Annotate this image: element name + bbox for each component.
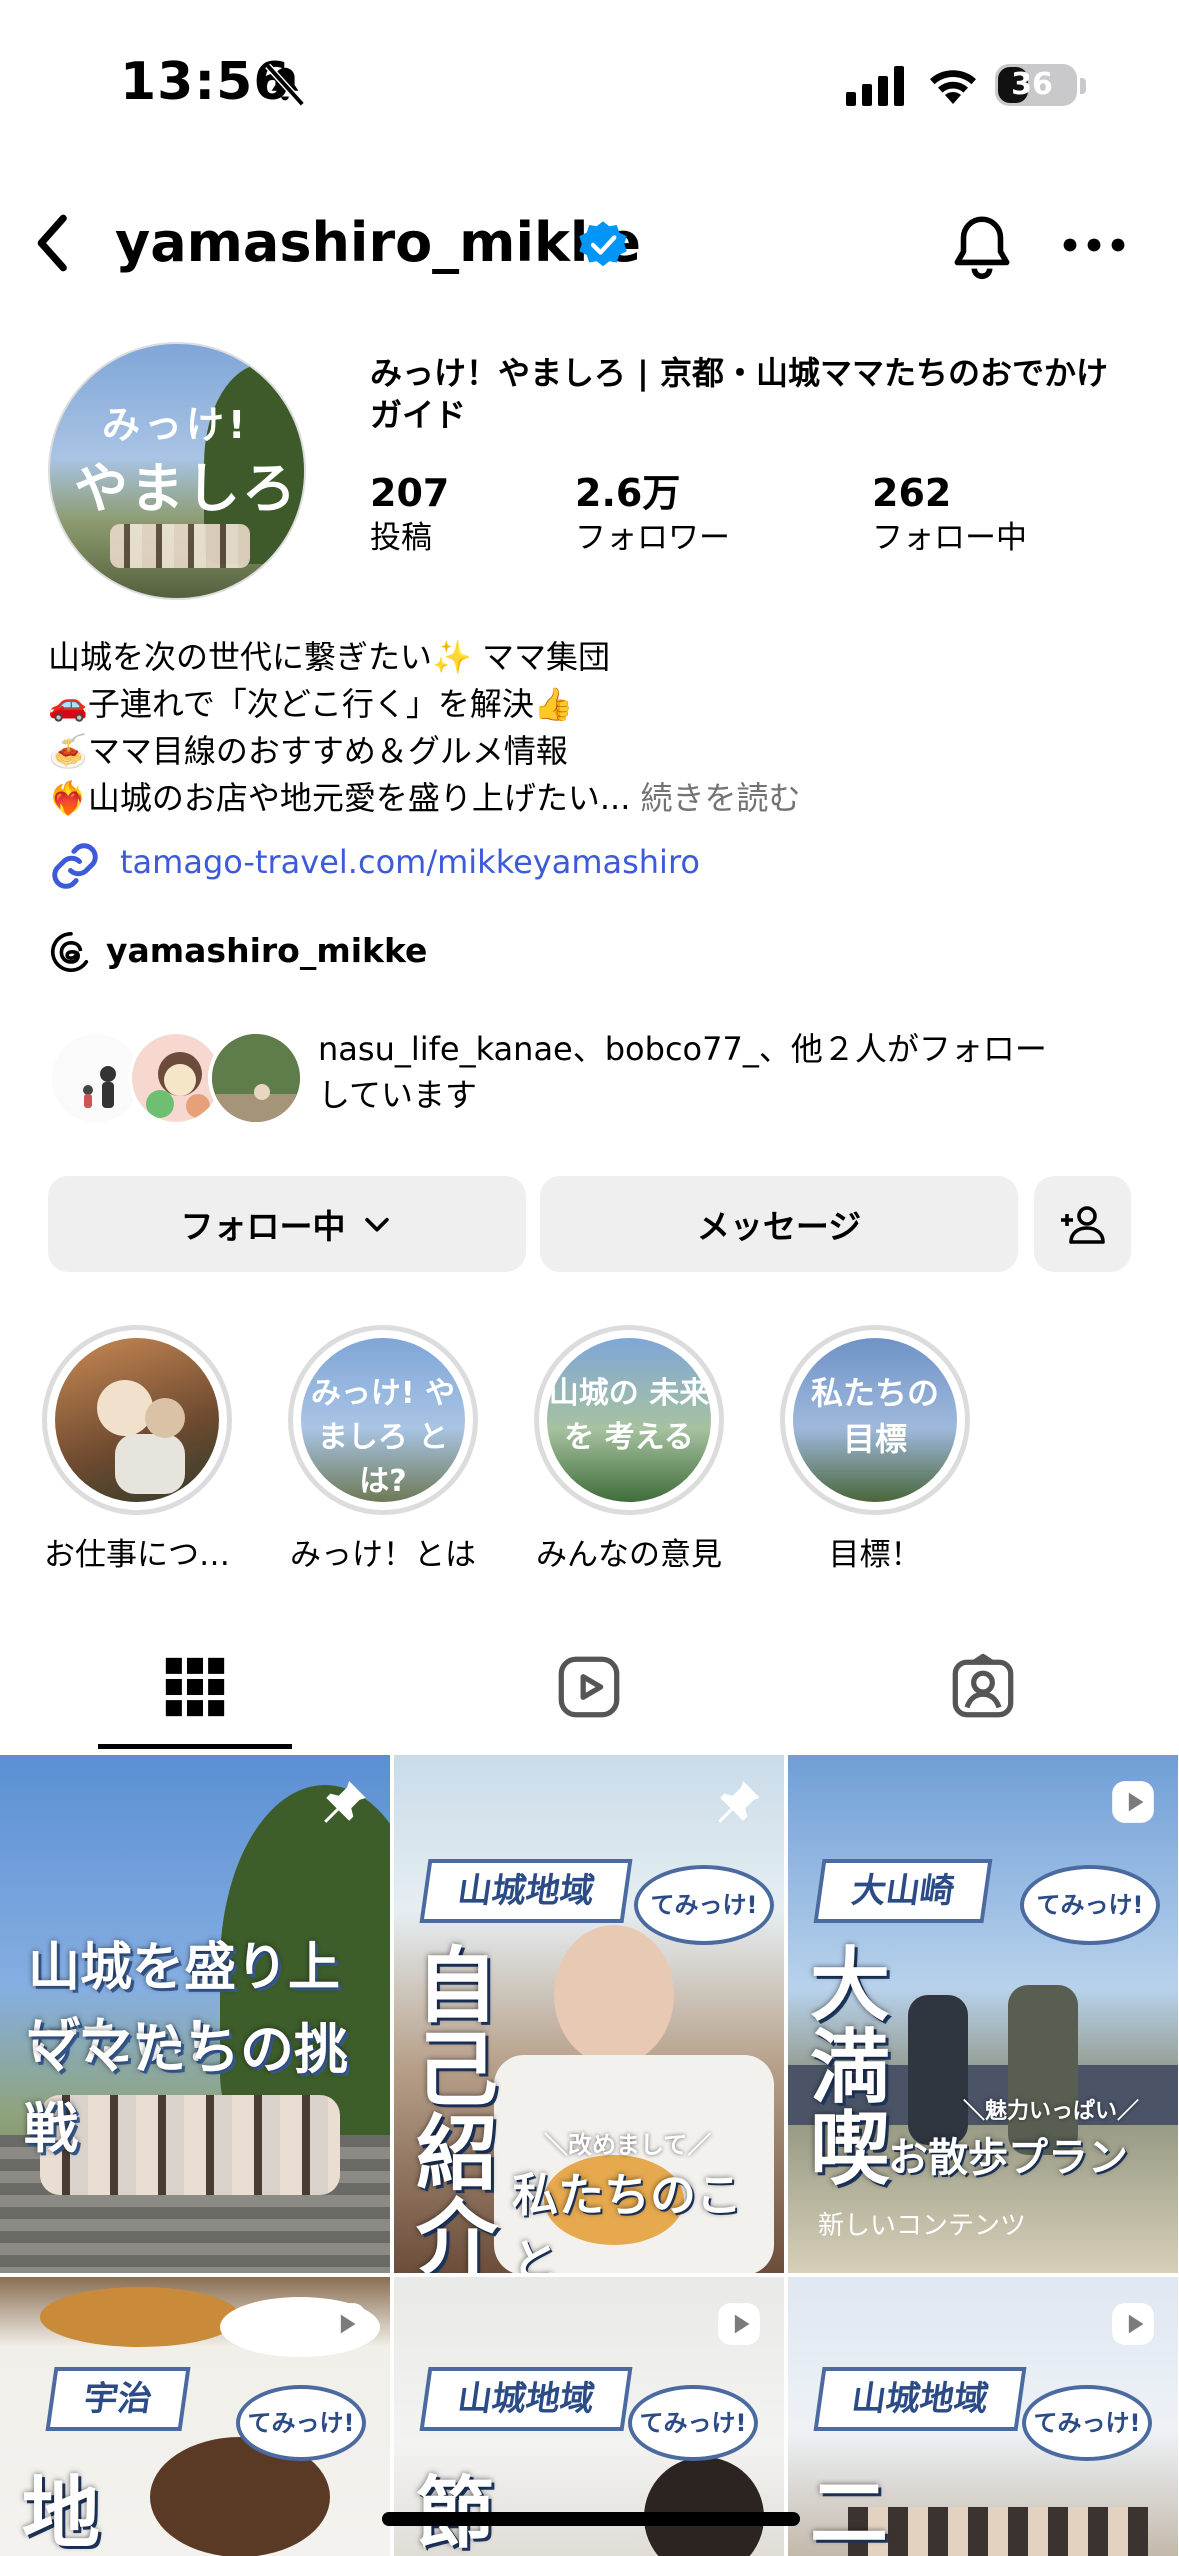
post-sticker-bubble: てみっけ! — [1022, 2385, 1152, 2461]
post-location-tag: 山城地域 — [813, 2367, 1027, 2431]
following-button[interactable]: フォロー中 — [48, 1176, 526, 1272]
avatar-logo-text-2: やましろ — [74, 457, 298, 520]
pin-icon — [324, 1781, 366, 1823]
battery-percent: 36 — [1011, 67, 1053, 102]
mutual-followers-text: nasu_life_kanae、bobco77_、他２人がフォロー しています — [318, 1026, 1158, 1118]
post-title-line: ママたちの挑戦 — [24, 2018, 348, 2160]
pin-icon — [718, 1781, 760, 1823]
stat-following[interactable]: 262 フォロー中 — [872, 470, 1027, 560]
highlight-cover: みっけ! やましろ とは? — [301, 1338, 465, 1502]
highlight-label: お仕事につ… — [44, 1537, 230, 1573]
header-username: yamashiro_mikke — [115, 211, 641, 274]
post-vertical-title: 二 — [810, 2469, 889, 2556]
profile-full-name: みっけ！やましろ | 京都・山城ママたちのおでかけガイド — [370, 354, 1108, 434]
stat-following-label: フォロー中 — [872, 520, 1027, 556]
message-button-label: メッセージ — [696, 1207, 862, 1246]
battery-icon: 36 — [995, 64, 1077, 106]
reel-icon — [324, 2303, 366, 2345]
post-subtitle-small: ＼魅力いっぱい／ — [963, 2099, 1140, 2124]
post-vertical-title: 地 — [22, 2469, 101, 2556]
post-note: 新しいコンテンツ — [818, 2211, 1027, 2241]
mutual-followers[interactable]: nasu_life_kanae、bobco77_、他２人がフォロー しています — [48, 1022, 1148, 1132]
post-thumbnail[interactable]: 大山崎 てみっけ! 大満喫 ＼魅力いっぱい／ お散歩プラン 新しいコンテンツ — [788, 1755, 1178, 2273]
bio-line: 山城を次の世代に繋ぎたい✨ ママ集団 — [48, 638, 611, 676]
stat-following-count: 262 — [872, 471, 952, 515]
post-location-tag: 大山崎 — [813, 1859, 993, 1923]
profile-header: yamashiro_mikke — [0, 190, 1179, 300]
cellular-signal-icon — [846, 66, 904, 106]
profile-bio: 山城を次の世代に繋ぎたい✨ ママ集団 🚗子連れで「次どこ行く」を解決👍 🍝ママ目… — [48, 634, 1148, 822]
bio-line: 🍝ママ目線のおすすめ＆グルメ情報 — [48, 732, 568, 770]
grid-icon[interactable] — [160, 1652, 230, 1722]
chevron-down-icon — [364, 1217, 389, 1232]
highlight-cover-text: みっけ! やましろ とは? — [310, 1376, 456, 1499]
mutual-followers-line: しています — [318, 1076, 478, 1114]
highlight-cover-text: 私たちの 目標 — [810, 1374, 939, 1458]
wifi-icon — [930, 70, 976, 104]
active-tab-indicator — [98, 1744, 292, 1749]
highlight-label: みんなの意見 — [536, 1537, 722, 1573]
post-thumbnail[interactable]: 宇治 てみっけ! 地 — [0, 2277, 390, 2556]
link-icon — [52, 843, 98, 889]
post-subtitle-small: ＼改めまして／ — [544, 2131, 712, 2159]
post-location-tag: 山城地域 — [419, 2367, 633, 2431]
bio-line-last: ❤️‍🔥山城のお店や地元愛を盛り上げたい... 続きを読む — [48, 775, 1148, 822]
mutual-followers-line: nasu_life_kanae、bobco77_、他２人がフォロー — [318, 1030, 1047, 1068]
more-options-icon[interactable] — [1060, 220, 1128, 270]
message-button[interactable]: メッセージ — [540, 1176, 1018, 1272]
post-sticker-bubble: てみっけ! — [628, 2385, 758, 2461]
bio-line: ❤️‍🔥山城のお店や地元愛を盛り上げたい... — [48, 779, 631, 817]
reel-icon — [1112, 1781, 1154, 1823]
reel-icon — [718, 2303, 760, 2345]
post-thumbnail[interactable]: 山城地域 てみっけ! 二 — [788, 2277, 1178, 2556]
post-thumbnail[interactable]: 山城を盛り上げたい！ ママたちの挑戦 — [0, 1755, 390, 2273]
highlight-cover — [55, 1338, 219, 1502]
status-bar: 13:56 36 — [0, 0, 1179, 170]
battery-tip — [1080, 78, 1086, 94]
stat-posts-count: 207 — [370, 471, 450, 515]
highlight-label: みっけ！とは — [290, 1537, 476, 1573]
post-grid: 山城を盛り上げたい！ ママたちの挑戦 山城地域 てみっけ! 自己紹介 ＼改めまし… — [0, 1755, 1179, 2556]
stat-followers-label: フォロワー — [575, 520, 730, 556]
avatar-group-photo — [110, 524, 250, 568]
highlight-cover: 山城の 未来を 考える — [547, 1338, 711, 1502]
post-vertical-title: 大満喫 — [810, 1939, 890, 2196]
profile-avatar[interactable]: みっけ! やましろ — [48, 342, 306, 600]
highlight-label: 目標！ — [828, 1537, 922, 1573]
post-vertical-title: 自己紹介 — [416, 1939, 499, 2274]
reel-icon — [1112, 2303, 1154, 2345]
profile-tabs — [0, 1620, 1179, 1752]
verified-badge-icon — [579, 221, 627, 267]
threads-handle: yamashiro_mikke — [106, 931, 428, 970]
reels-icon[interactable] — [554, 1652, 624, 1722]
stat-posts-label: 投稿 — [370, 520, 432, 556]
post-location-tag: 宇治 — [45, 2367, 191, 2431]
home-indicator[interactable] — [382, 2512, 800, 2526]
add-person-icon — [1060, 1206, 1105, 1244]
stat-followers[interactable]: 2.6万 フォロワー — [575, 470, 730, 560]
stat-posts[interactable]: 207 投稿 — [370, 470, 449, 560]
bio-line: 🚗子連れで「次どこ行く」を解決👍 — [48, 685, 574, 723]
post-sticker-bubble: てみっけ! — [1020, 1865, 1160, 1945]
mutual-avatar — [208, 1030, 304, 1126]
avatar-logo-text-1: みっけ! — [102, 403, 250, 447]
tagged-icon[interactable] — [948, 1652, 1018, 1722]
post-location-tag: 山城地域 — [419, 1859, 633, 1923]
bio-read-more-link[interactable]: 続きを読む — [641, 779, 801, 817]
post-subtitle: 私たちのこと — [512, 2168, 742, 2273]
stat-followers-count: 2.6万 — [575, 471, 681, 515]
threads-logo-icon — [50, 931, 89, 972]
silent-mode-icon — [265, 63, 305, 107]
notification-bell-icon[interactable] — [945, 210, 1019, 284]
post-sticker-bubble: てみっけ! — [236, 2385, 366, 2461]
back-arrow-icon[interactable] — [22, 210, 88, 276]
highlight-cover-text: 山城の 未来を 考える — [548, 1376, 710, 1455]
highlight-cover: 私たちの 目標 — [793, 1338, 957, 1502]
suggested-users-button[interactable] — [1034, 1176, 1131, 1272]
following-button-label: フォロー中 — [180, 1207, 346, 1246]
post-subtitle: お散歩プラン — [888, 2135, 1128, 2181]
profile-link-text: tamago-travel.com/mikkeyamashiro — [120, 843, 700, 881]
post-sticker-bubble: てみっけ! — [634, 1865, 774, 1945]
post-thumbnail[interactable]: 山城地域 てみっけ! 自己紹介 ＼改めまして／ 私たちのこと — [394, 1755, 784, 2273]
